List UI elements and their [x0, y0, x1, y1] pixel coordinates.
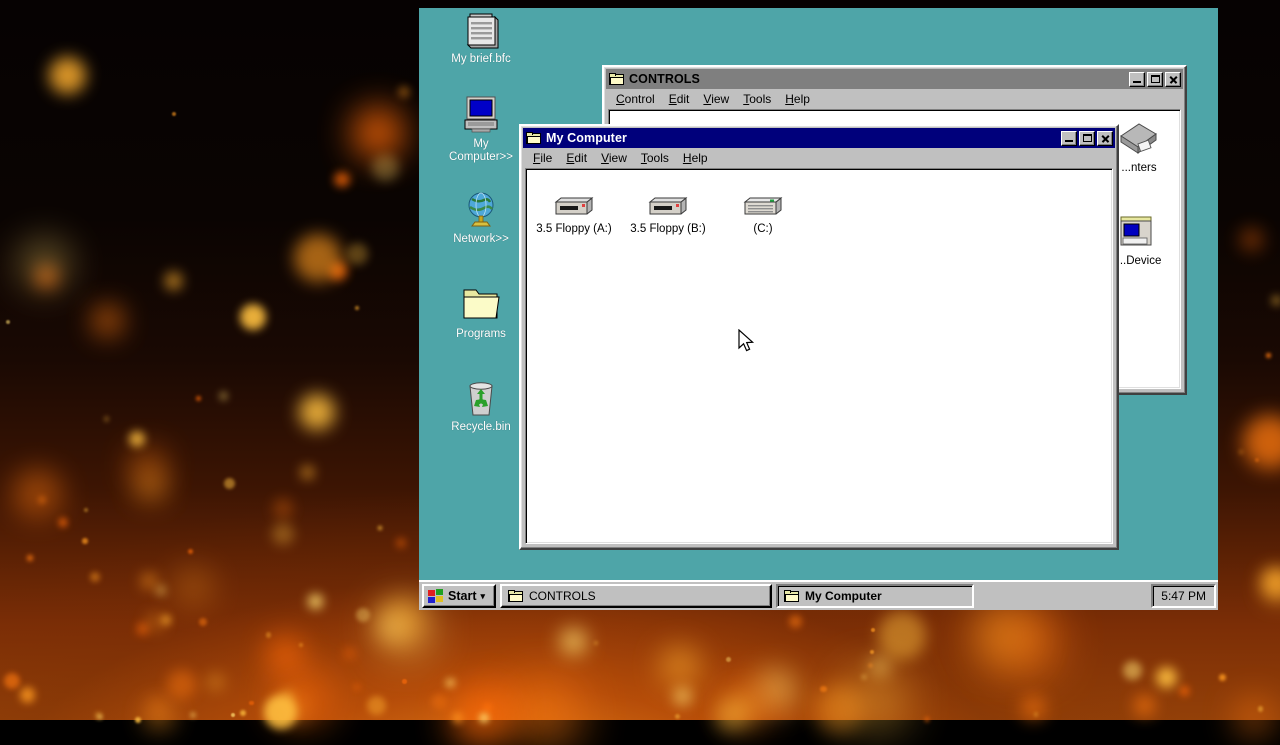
my-computer-title: My Computer [546, 131, 627, 145]
taskbar-button-label: CONTROLS [529, 589, 596, 603]
floppy-drive-icon [554, 193, 594, 219]
windows95-desktop: My brief.bfc My Computer>> Network>> Pro… [419, 8, 1218, 610]
menu-item-help[interactable]: Help [676, 150, 715, 166]
menu-item-tools[interactable]: Tools [634, 150, 676, 166]
drive-label: 3.5 Floppy (A:) [536, 223, 612, 235]
briefcase-icon [459, 10, 503, 50]
folder-icon [784, 589, 800, 603]
menu-item-file[interactable]: File [526, 150, 559, 166]
taskbar-button-controls[interactable]: CONTROLS [500, 584, 772, 608]
folder-icon [459, 285, 503, 325]
menu-item-view[interactable]: View [696, 91, 736, 107]
desktop-icon-my-brief[interactable]: My brief.bfc [437, 10, 525, 66]
desktop-icon-label: My Computer>> [449, 138, 513, 163]
chevron-down-icon: ▾ [480, 590, 486, 601]
drive-item-c[interactable]: (C:) [717, 193, 809, 235]
globe-icon [459, 190, 503, 230]
menu-item-help[interactable]: Help [778, 91, 817, 107]
menu-item-view[interactable]: View [594, 150, 634, 166]
drive-label: (C:) [753, 223, 773, 235]
controls-window-menubar[interactable]: Control Edit View Tools Help [606, 90, 1183, 108]
maximize-button[interactable] [1079, 130, 1095, 146]
menu-item-control[interactable]: Control [609, 91, 662, 107]
desktop-icon-label: Programs [456, 328, 506, 340]
start-button-label: Start [448, 589, 477, 603]
desktop-icon-label: Network>> [453, 233, 509, 245]
drive-label: 3.5 Floppy (B:) [630, 223, 706, 235]
desktop-icon-recycle-bin[interactable]: Recycle.bin [437, 378, 525, 434]
taskbar[interactable]: Start ▾ CONTROLS My Computer 5:47 PM [419, 580, 1218, 610]
minimize-button[interactable] [1129, 71, 1145, 87]
printer-icon [1119, 122, 1159, 160]
desktop-icon-my-computer[interactable]: My Computer>> [437, 95, 525, 163]
close-button[interactable] [1165, 71, 1181, 87]
floppy-drive-icon [648, 193, 688, 219]
folder-icon [526, 131, 542, 145]
my-computer-window[interactable]: My Computer File Edit View Tools Help 3.… [519, 124, 1119, 550]
mouse-cursor [738, 328, 758, 360]
desktop-icon-programs[interactable]: Programs [437, 285, 525, 341]
taskbar-clock: 5:47 PM [1161, 589, 1206, 603]
folder-icon [508, 589, 524, 603]
windows-flag-icon [427, 588, 444, 604]
maximize-button[interactable] [1147, 71, 1163, 87]
folder-icon [609, 72, 625, 86]
my-computer-menubar[interactable]: File Edit View Tools Help [523, 149, 1115, 167]
computer-icon [459, 95, 503, 135]
menu-item-tools[interactable]: Tools [736, 91, 778, 107]
drive-item-floppy-a[interactable]: 3.5 Floppy (A:) [528, 193, 620, 235]
recycle-bin-icon [459, 378, 503, 418]
start-button[interactable]: Start ▾ [422, 584, 496, 608]
controls-window-title: CONTROLS [629, 72, 700, 86]
minimize-button[interactable] [1061, 130, 1077, 146]
system-tray[interactable]: 5:47 PM [1151, 584, 1216, 608]
desktop-icon-label: Recycle.bin [451, 421, 511, 433]
taskbar-button-label: My Computer [805, 589, 882, 603]
taskbar-button-my-computer[interactable]: My Computer [776, 584, 974, 608]
my-computer-content[interactable]: 3.5 Floppy (A:) 3.5 Floppy (B:) (C:) [525, 168, 1113, 544]
desktop-icon-label: My brief.bfc [451, 53, 511, 65]
hard-drive-icon [743, 193, 783, 219]
desktop-icon-network[interactable]: Network>> [437, 190, 525, 246]
menu-item-edit[interactable]: Edit [662, 91, 697, 107]
drive-item-floppy-b[interactable]: 3.5 Floppy (B:) [622, 193, 714, 235]
device-icon [1119, 215, 1159, 253]
my-computer-titlebar[interactable]: My Computer [523, 128, 1115, 148]
close-button[interactable] [1097, 130, 1113, 146]
controls-window-titlebar[interactable]: CONTROLS [606, 69, 1183, 89]
menu-item-edit[interactable]: Edit [559, 150, 594, 166]
